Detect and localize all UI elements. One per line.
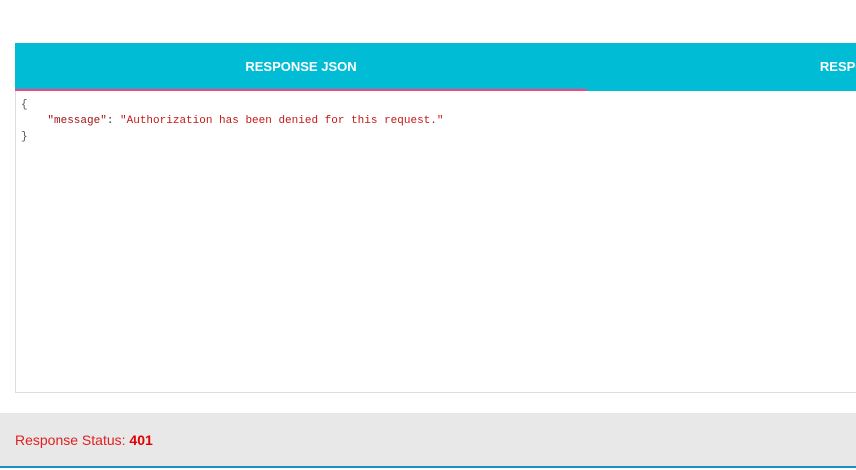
json-open-brace: { (21, 99, 28, 111)
response-status-code: 401 (129, 432, 153, 448)
json-separator: : (106, 115, 121, 127)
response-status-bar: Response Status: 401 (0, 413, 856, 468)
tab-response-json[interactable]: RESPONSE JSON (15, 43, 587, 91)
tab-response-raw-label: RESPONSE RAW (819, 59, 856, 74)
tab-response-json-label: RESPONSE JSON (245, 59, 357, 74)
json-value-message: "Authorization has been denied for this … (120, 115, 444, 127)
response-status: Response Status: 401 (15, 432, 153, 448)
response-tab-bar: RESPONSE JSON RESPONSE RAW (15, 43, 856, 91)
json-code-block: { "message": "Authorization has been den… (21, 97, 443, 145)
response-status-label: Response Status: (15, 432, 130, 448)
json-close-brace: } (21, 131, 28, 143)
tab-response-raw[interactable]: RESPONSE RAW (587, 43, 856, 91)
json-key-message: "message" (47, 115, 107, 127)
response-viewer: RESPONSE JSON RESPONSE RAW { "message": … (0, 0, 856, 470)
json-response-panel: { "message": "Authorization has been den… (15, 91, 856, 393)
